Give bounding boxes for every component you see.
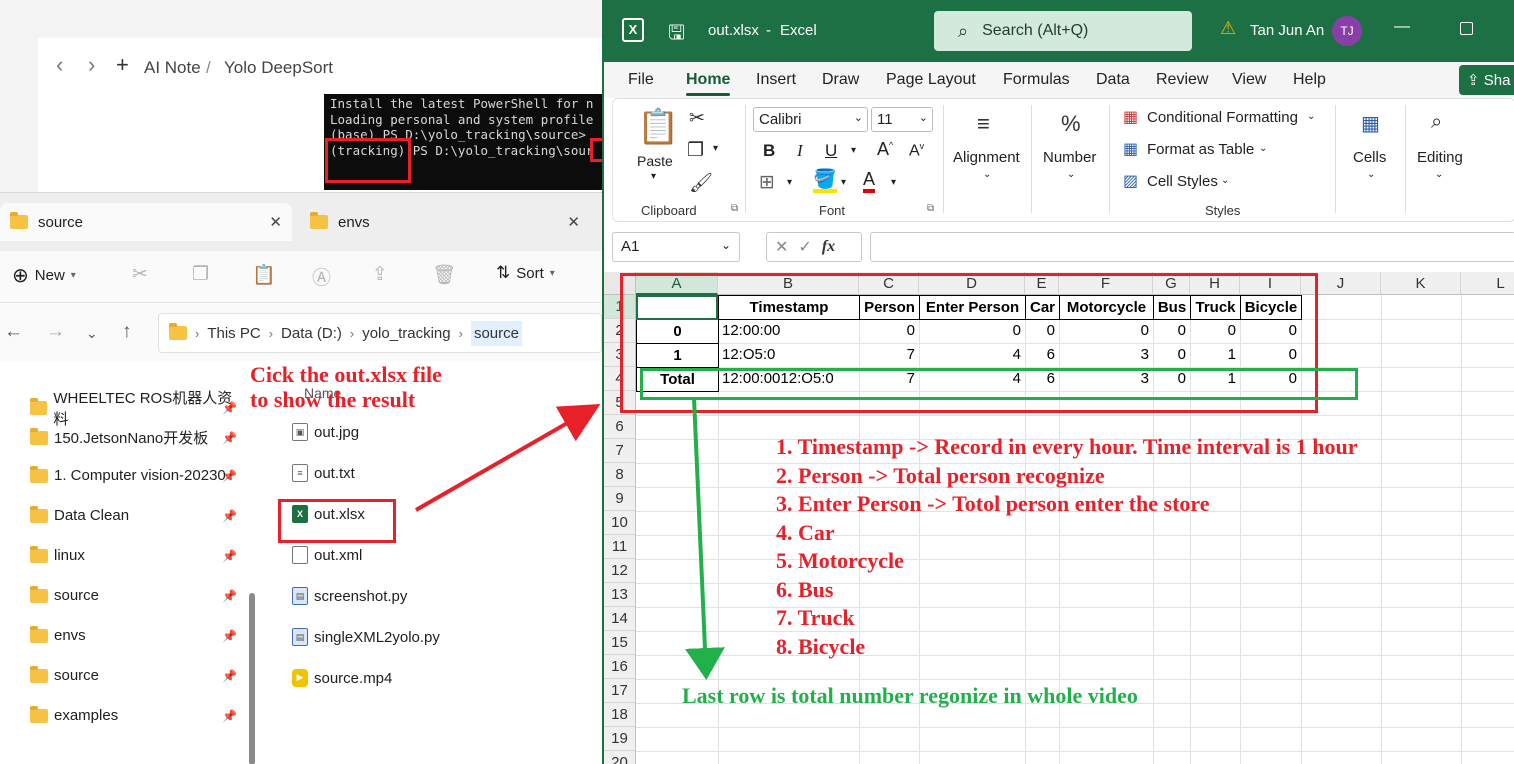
annotation-arrows (415, 397, 725, 680)
arrow-to-excel (415, 404, 601, 512)
arrow-to-last-row-note (684, 397, 725, 680)
